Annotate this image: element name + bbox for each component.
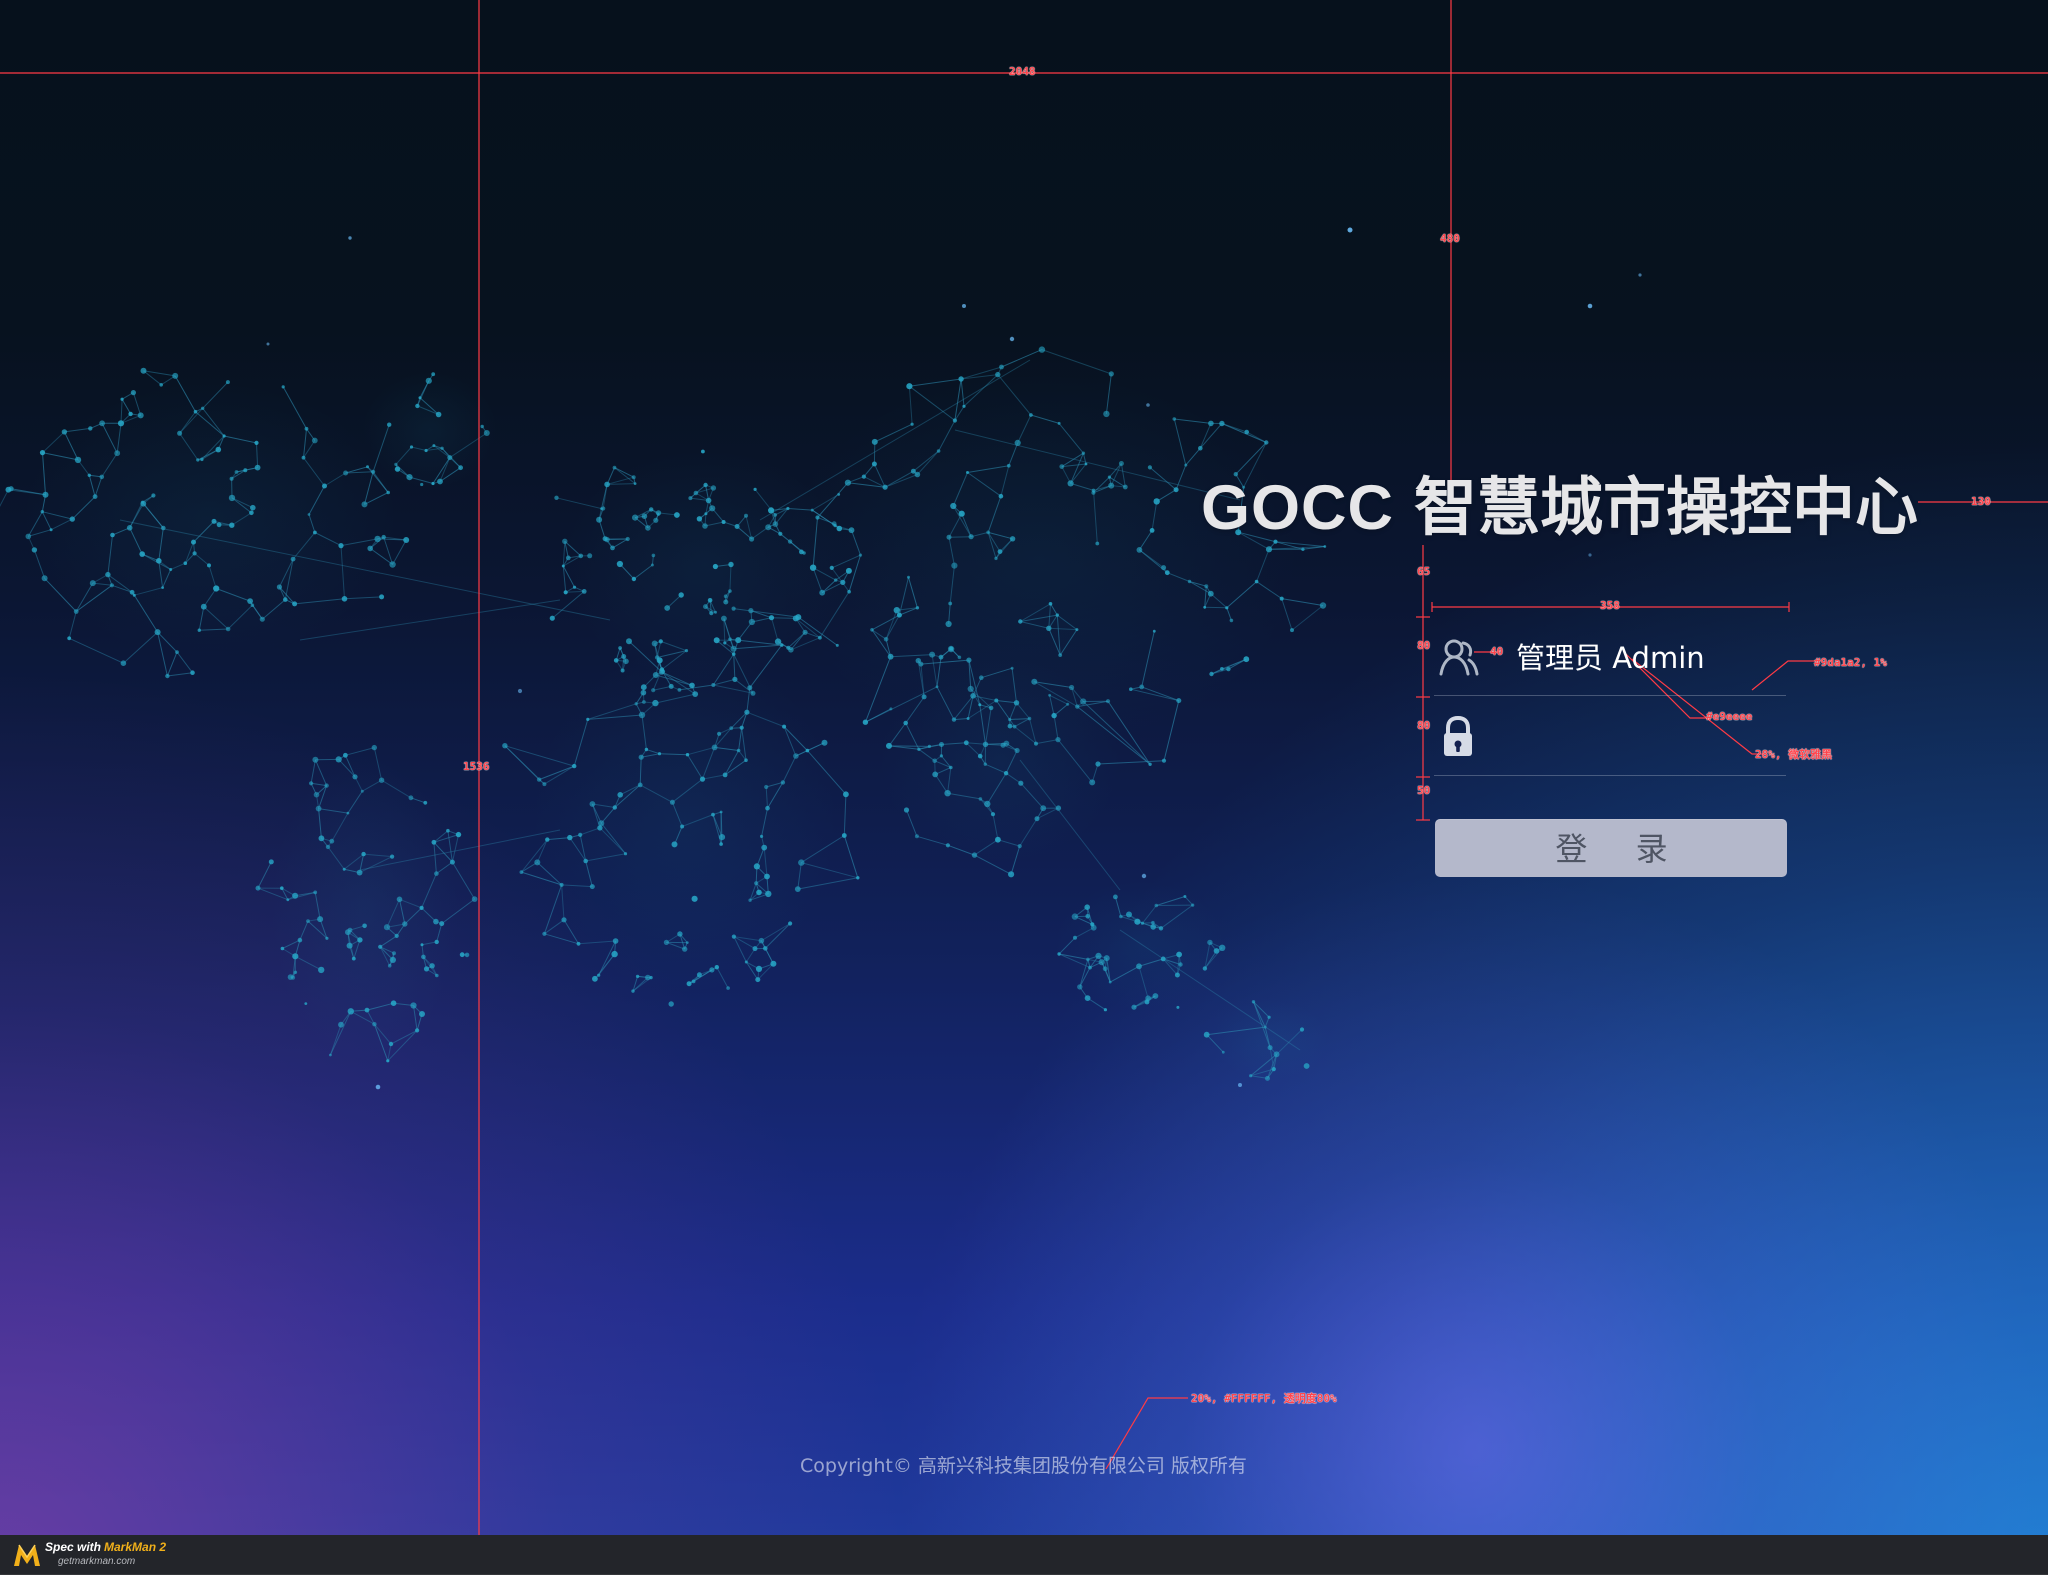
continent-link-4 [954, 429, 1241, 501]
continent-link-0 [119, 519, 611, 621]
spec-title-right-label: 130 [1971, 495, 1991, 508]
markman-brand-name: MarkMan 2 [104, 1540, 167, 1554]
continent-link-6 [1119, 929, 1301, 1051]
password-field[interactable] [1434, 697, 1786, 776]
title-chinese: 智慧城市操控中心 [1414, 471, 1918, 544]
spec-icon-gap-label: 40 [1490, 645, 1504, 658]
north-america-network [0, 367, 424, 679]
user-icon [1439, 639, 1479, 676]
markman-footer: Spec with MarkMan 2 getmarkman.com [0, 1535, 2048, 1575]
markman-brand: Spec with MarkMan 2 [45, 1541, 166, 1554]
continent-link-1 [299, 599, 561, 641]
spec-password-height-label: 80 [1417, 719, 1431, 732]
continent-link-5 [1019, 759, 1121, 891]
asia-network [731, 346, 1327, 786]
login-button[interactable]: 登 录 [1435, 819, 1787, 877]
username-field[interactable]: 管理员 Admin [1434, 617, 1786, 696]
spec-copyright-font-label: 20%, #FFFFFF, 透明度80% [1191, 1392, 1337, 1405]
markman-brand-prefix: Spec with [45, 1540, 102, 1554]
australia-network [1054, 880, 1226, 1012]
lock-icon [1444, 715, 1472, 756]
spec-input-color-label: #e9eeee [1706, 710, 1753, 723]
application-title: GOCC 智慧城市操控中心 [1201, 472, 1918, 544]
africa-network [502, 615, 860, 1007]
title-latin: GOCC [1201, 473, 1394, 543]
password-input[interactable] [1516, 717, 1770, 757]
europe-network [549, 448, 863, 696]
copyright-text: Copyright© 高新兴科技集团股份有限公司 版权所有 [800, 1455, 1247, 1477]
india-southeast-network [878, 656, 1152, 878]
continent-link-3 [759, 359, 1031, 521]
spec-left-height-label: 1536 [463, 760, 490, 773]
south-america-network [255, 744, 478, 1063]
markman-site: getmarkman.com [58, 1556, 136, 1567]
spec-title-top-label: 480 [1440, 232, 1460, 245]
spec-username-height-label: 80 [1417, 639, 1431, 652]
spec-title-gap-label: 65 [1417, 565, 1431, 578]
markman-logo-icon [14, 1544, 40, 1566]
spec-field-width-label: 358 [1600, 599, 1620, 612]
continent-link-2 [359, 829, 561, 871]
spec-input-font-label: 28%, 微软雅黑 [1755, 748, 1833, 761]
username-value[interactable]: 管理员 Admin [1516, 641, 1705, 675]
spec-underline-style-label: #9da1a2, 1% [1814, 656, 1887, 669]
login-screen: GOCC 智慧城市操控中心 管理员 Admin 登 录 Copyright© 高… [0, 0, 2048, 1575]
spec-width-label: 2048 [1009, 65, 1036, 78]
oceania-tail-network [1203, 999, 1329, 1081]
greenland-network [362, 371, 498, 489]
spec-button-gap-label: 50 [1417, 784, 1431, 797]
